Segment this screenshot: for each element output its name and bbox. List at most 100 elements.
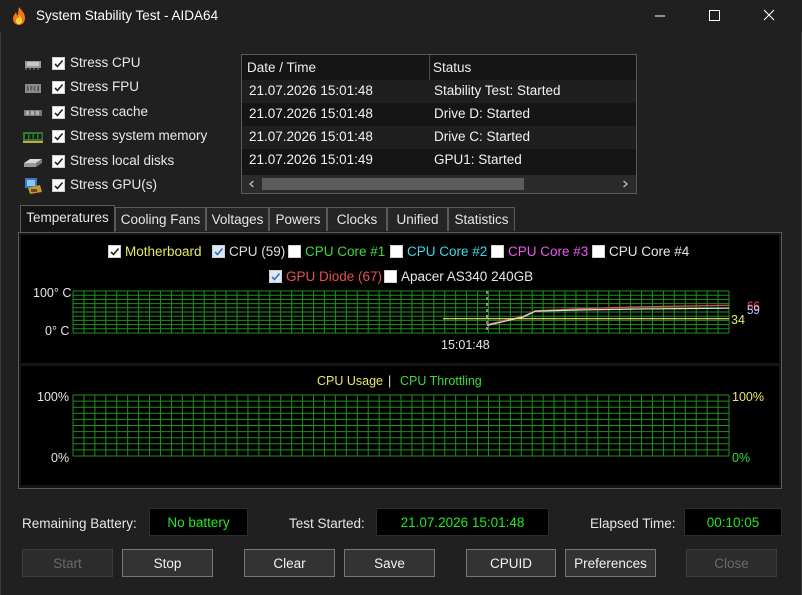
stress-disks-label: Stress local disks [70,153,175,168]
stress-fpu-checkbox[interactable] [52,81,65,94]
preferences-button[interactable]: Preferences [565,549,656,577]
stress-gpu-option[interactable]: Stress GPU(s) [22,176,232,196]
y-max-label-right: 100% [732,390,764,404]
stress-cache-label: Stress cache [70,104,149,119]
y-max-label: 100% [37,390,69,404]
chevron-right-icon[interactable] [619,178,631,190]
log-row[interactable]: 21.07.2026 15:01:48 Stability Test: Star… [242,80,636,103]
tab-statistics[interactable]: Statistics [448,207,515,231]
flame-icon [13,7,25,25]
y-max-label: 100° C [33,286,71,300]
cpuid-button[interactable]: CPUID [466,549,556,577]
tab-temperatures[interactable]: Temperatures [20,205,115,232]
log-status: Stability Test: Started [434,83,561,98]
stress-fpu-label: Stress FPU [70,79,140,94]
close-window-button[interactable] [746,0,792,32]
column-header-datetime[interactable]: Date / Time [247,60,316,75]
y-min-label: 0° C [45,324,69,338]
log-row[interactable]: 21.07.2026 15:01:49 GPU1: Started [242,149,636,172]
stress-cache-option[interactable]: Stress cache [22,103,232,123]
log-datetime: 21.07.2026 15:01:49 [249,152,373,167]
temperature-chart: Motherboard CPU (59) CPU Core #1 CPU Cor… [21,235,779,363]
log-row[interactable]: 21.07.2026 15:01:48 Drive D: Started [242,103,636,126]
scrollbar-thumb[interactable] [262,178,524,190]
cache-chip-icon [24,110,42,116]
log-status: Drive C: Started [434,129,531,144]
checkmark-icon [54,108,64,117]
minimize-button[interactable] [637,0,683,32]
column-header-status[interactable]: Status [433,60,471,75]
temperature-grid [72,290,730,334]
log-status: Drive D: Started [434,106,531,121]
motherboard-end-value: 34 [731,313,745,327]
column-separator [429,55,430,81]
event-log-table[interactable]: Date / Time Status 21.07.2026 15:01:48 S… [241,54,637,194]
stress-cache-checkbox[interactable] [52,106,65,119]
battery-value: No battery [149,508,248,536]
stress-cpu-checkbox[interactable] [52,57,65,70]
cpu-usage-chart: CPU Usage | CPU Throttling 100% 0% 100% … [21,366,779,485]
cpu-chip-icon [25,61,41,70]
cpu-end-value: 59 [747,305,760,317]
maximize-icon [709,10,720,21]
stress-gpu-label: Stress GPU(s) [70,177,158,192]
tab-powers[interactable]: Powers [269,207,327,231]
chevron-left-icon[interactable] [246,178,258,190]
cpu-throttling-legend: CPU Throttling [400,374,482,388]
stress-disks-option[interactable]: Stress local disks [22,152,232,172]
gpu-card-icon [25,178,42,194]
close-icon [763,9,775,21]
test-started-label: Test Started: [289,516,365,531]
title-bar: System Stability Test - AIDA64 [0,0,802,32]
svg-text:123: 123 [28,87,38,93]
checkmark-icon [54,157,64,166]
clear-button[interactable]: Clear [244,549,335,577]
memory-module-icon [23,132,43,143]
cpu-usage-legend: CPU Usage [317,374,383,388]
start-button[interactable]: Start [22,549,113,577]
stress-gpu-checkbox[interactable] [52,179,65,192]
tab-cooling-fans[interactable]: Cooling Fans [115,207,206,231]
time-label: 15:01:48 [441,338,490,352]
chart-panel: Motherboard CPU (59) CPU Core #1 CPU Cor… [18,232,782,489]
log-datetime: 21.07.2026 15:01:48 [249,129,373,144]
cpu-series-line [486,307,730,326]
disk-drive-icon [24,159,42,167]
close-button[interactable]: Close [686,549,777,577]
tab-voltages[interactable]: Voltages [206,207,269,231]
log-datetime: 21.07.2026 15:01:48 [249,83,373,98]
stress-memory-checkbox[interactable] [52,130,65,143]
tab-clocks[interactable]: Clocks [327,207,387,231]
stress-fpu-option[interactable]: 123 Stress FPU [22,78,232,98]
elapsed-time-label: Elapsed Time: [590,516,676,531]
y-min-label: 0% [51,451,69,465]
window-title: System Stability Test - AIDA64 [36,8,219,23]
test-started-value: 21.07.2026 15:01:48 [376,508,549,536]
stress-cpu-option[interactable]: Stress CPU [22,54,232,74]
log-horizontal-scrollbar[interactable] [242,175,636,193]
log-row[interactable]: 21.07.2026 15:01:48 Drive C: Started [242,126,636,149]
cpu-usage-plot: CPU Usage | CPU Throttling 100% 0% 100% … [37,374,764,465]
stress-cpu-label: Stress CPU [70,55,141,70]
log-datetime: 21.07.2026 15:01:48 [249,106,373,121]
checkmark-icon [54,83,64,92]
maximize-button[interactable] [691,0,737,32]
log-status: GPU1: Started [434,152,522,167]
stop-button[interactable]: Stop [122,549,213,577]
cpu-usage-grid [72,394,730,457]
save-button[interactable]: Save [344,549,435,577]
battery-label: Remaining Battery: [22,516,137,531]
checkmark-icon [54,59,64,68]
checkmark-icon [54,132,64,141]
stress-memory-label: Stress system memory [70,128,208,143]
legend-separator: | [388,374,391,388]
temperature-plot: 100° C 0° C 15:01:48 66 59 34 [33,286,760,352]
y-min-label-right: 0% [732,451,750,465]
stress-memory-option[interactable]: Stress system memory [22,127,232,147]
stress-disks-checkbox[interactable] [52,155,65,168]
log-header: Date / Time Status [242,55,636,81]
elapsed-time-value: 00:10:05 [684,508,782,536]
checkmark-icon [54,181,64,190]
fpu-chip-icon: 123 [25,84,41,93]
tab-unified[interactable]: Unified [387,207,448,231]
